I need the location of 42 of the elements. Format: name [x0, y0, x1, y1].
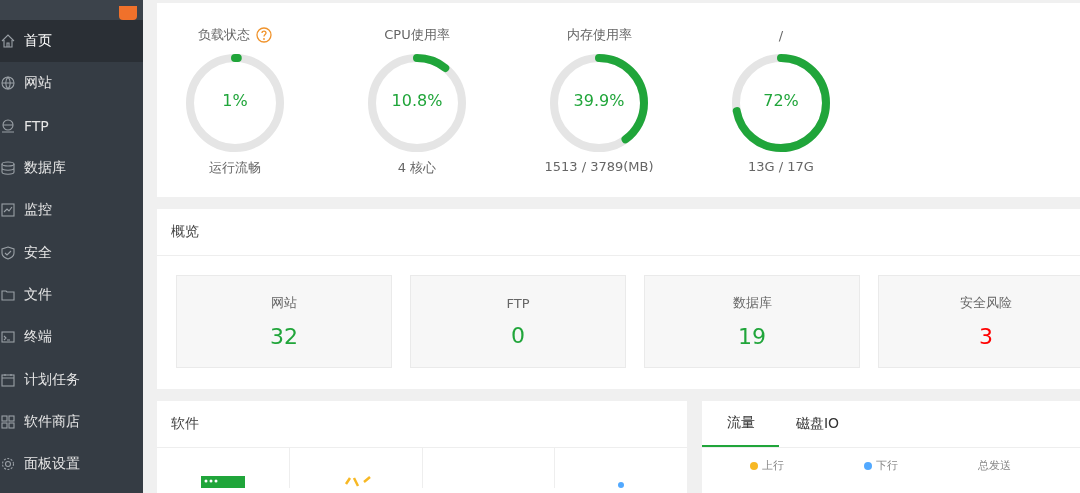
- stat-value: 19: [738, 324, 766, 349]
- sidebar-item[interactable]: 网站: [0, 62, 143, 105]
- stat-value: 0: [511, 322, 525, 348]
- stat-tile[interactable]: 网站 32: [176, 275, 392, 368]
- sidebar-item[interactable]: 面板设置: [0, 442, 143, 486]
- gauge-caption: 4 核心: [397, 159, 437, 177]
- stat-label: 数据库: [732, 294, 772, 312]
- legend-label: 下行: [876, 458, 898, 473]
- stat-tile[interactable]: FTP 0: [410, 275, 626, 368]
- stat-tile[interactable]: 安全风险 3: [878, 275, 1080, 368]
- card-title: 软件: [171, 415, 199, 433]
- sidebar-item[interactable]: 文件: [0, 273, 143, 317]
- gauge-caption: 13G / 17G: [748, 159, 814, 174]
- gauge-title: 内存使用率: [566, 26, 632, 44]
- gauge-value: 1%: [221, 91, 249, 110]
- tab[interactable]: 流量: [702, 401, 779, 447]
- gauge-caption: 1513 / 3789(MB): [544, 159, 654, 174]
- gauge-value: 39.9%: [572, 91, 626, 110]
- stat-label: 安全风险: [960, 294, 1012, 312]
- sidebar-item[interactable]: 数据库: [0, 146, 143, 190]
- gauge-value: 10.8%: [390, 91, 444, 110]
- stat-label: 网站: [271, 294, 297, 312]
- card-title: 概览: [171, 223, 199, 241]
- sidebar-item[interactable]: FTP: [0, 104, 143, 147]
- gauge-value: 72%: [762, 91, 800, 110]
- gauge-title: CPU使用率: [384, 26, 450, 44]
- stat-label: FTP: [506, 295, 530, 311]
- legend-label: 上行: [762, 458, 784, 473]
- sidebar-item[interactable]: 终端: [0, 316, 143, 359]
- gauge-title: 负载状态: [198, 26, 250, 44]
- stat-value: 3: [979, 324, 993, 349]
- sidebar-item[interactable]: 首页: [0, 20, 143, 63]
- tab[interactable]: 磁盘IO: [779, 401, 856, 447]
- gauge-title: /: [778, 27, 784, 43]
- sidebar-item[interactable]: 安全: [0, 231, 143, 274]
- stat-value: 32: [270, 324, 298, 349]
- gauge-caption: 运行流畅: [209, 159, 261, 177]
- legend-label: 总发送: [978, 458, 1011, 473]
- stat-tile[interactable]: 数据库 19: [644, 275, 860, 368]
- sidebar-item[interactable]: 监控: [0, 189, 143, 232]
- sidebar-item[interactable]: 计划任务: [0, 358, 143, 401]
- sidebar-item[interactable]: 软件商店: [0, 400, 143, 443]
